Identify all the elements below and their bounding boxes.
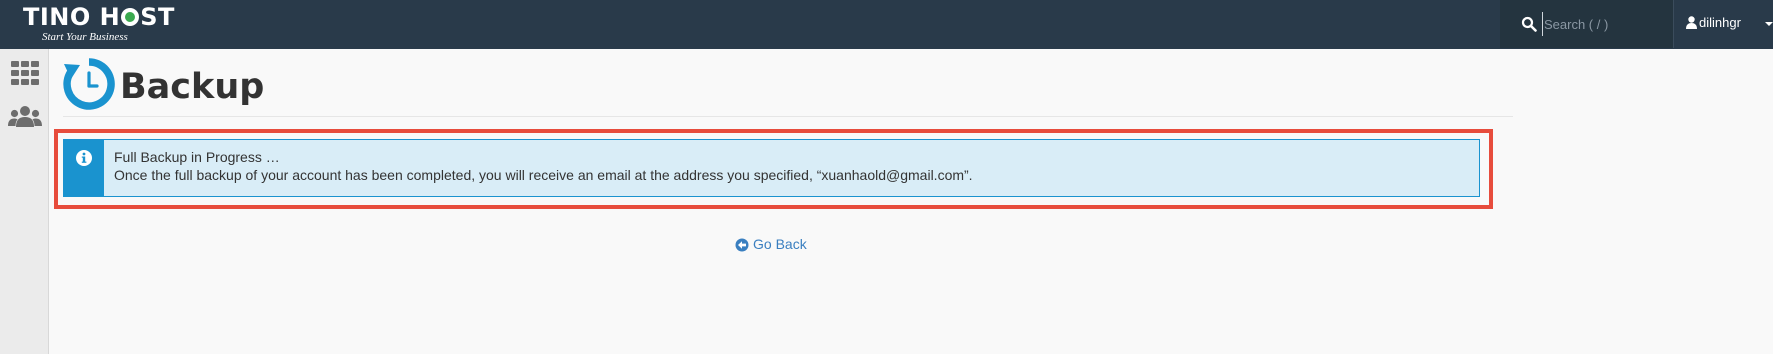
alert-icon-stripe [64,140,104,196]
page-header: Backup [63,49,1513,117]
brand-wordmark: TINO H ST [23,3,175,31]
user-icon [1686,16,1697,29]
alert-message: Once the full backup of your account has… [114,167,973,183]
top-navbar: TINO HST Start Your Business dilinhgr [0,0,1773,49]
search-box [1500,0,1673,48]
sidebar-item-users[interactable] [0,97,49,141]
info-alert: Full Backup in Progress … Once the full … [63,139,1480,197]
backup-icon [63,58,115,110]
search-input[interactable] [1542,12,1667,36]
users-icon [8,106,42,127]
sidebar [0,49,49,354]
sidebar-item-apps[interactable] [0,51,49,95]
brand-logo[interactable]: TINO H ST Start Your Business [20,2,174,46]
brand-tagline: Start Your Business [42,31,128,43]
user-menu[interactable]: dilinhgr [1673,0,1773,48]
brand-house-icon [121,8,140,26]
search-icon [1521,16,1537,32]
username-label: dilinhgr [1699,15,1741,30]
apps-grid-icon [11,61,39,85]
page-title: Backup [120,67,265,107]
go-back-label: Go Back [753,236,807,252]
info-icon [76,150,92,166]
circle-arrow-left-icon [735,238,749,252]
chevron-down-icon [1765,22,1773,26]
main-content: Backup Full Backup in Progress … Once th… [49,49,1773,354]
alert-title: Full Backup in Progress … [114,149,280,165]
